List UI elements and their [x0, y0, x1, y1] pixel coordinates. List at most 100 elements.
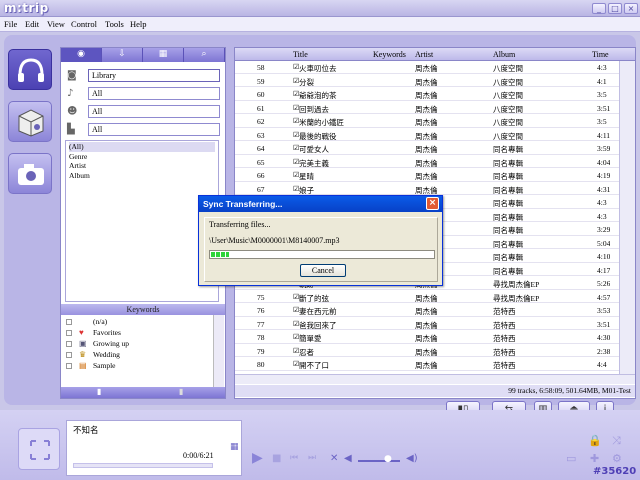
track-time: 0:00/6:21	[183, 451, 214, 460]
table-row[interactable]: ☑ 64 可愛女人 周杰倫 同名專輯 3:59	[235, 143, 619, 155]
table-row[interactable]: ☑ 61 回到過去 周杰倫 八度空間 3:51	[235, 103, 619, 115]
track-artist: 周杰倫	[415, 158, 438, 168]
table-row[interactable]: ☑ 63 最後的戰役 周杰倫 八度空間 4:11	[235, 130, 619, 142]
seek-bar[interactable]	[73, 463, 213, 468]
mute-icon[interactable]: ✕	[330, 453, 338, 464]
tools-icon[interactable]: ✚	[590, 452, 599, 465]
previous-icon[interactable]: ⏮	[290, 453, 298, 463]
play-icon[interactable]: ▶	[252, 450, 263, 466]
gear-icon[interactable]: ⚙	[612, 452, 622, 465]
horizontal-scrollbar[interactable]	[235, 374, 635, 384]
photo-mode-button[interactable]	[8, 153, 52, 194]
menu-file[interactable]: File	[4, 19, 17, 29]
artist-select[interactable]: All	[88, 105, 220, 118]
track-number: 66	[257, 171, 265, 180]
next-icon[interactable]: ⏭	[308, 453, 316, 463]
picture-icon: ▤	[79, 361, 87, 370]
track-number: 65	[257, 157, 265, 167]
music-mode-button[interactable]	[8, 49, 52, 90]
keyword-item[interactable]: ♥ Favorites	[66, 328, 216, 339]
volume-up-icon[interactable]: ◀)	[406, 453, 418, 464]
volume-slider[interactable]	[358, 460, 400, 462]
table-row[interactable]: ☑ 67 娘子 周杰倫 同名專輯 4:31	[235, 184, 619, 196]
track-time: 4:30	[597, 333, 611, 342]
keyword-item[interactable]: ♛ Wedding	[66, 350, 216, 361]
table-row[interactable]: ☑ 78 簡單愛 周杰倫 范特西 4:30	[235, 332, 619, 344]
category-item[interactable]: Album	[69, 171, 215, 181]
table-row[interactable]: ☑ 66 星晴 周杰倫 同名專輯 4:19	[235, 170, 619, 182]
keyword-checkbox[interactable]	[66, 319, 72, 325]
volume-knob-icon[interactable]: ●	[384, 454, 392, 464]
table-row[interactable]: ☑ 65 完美主義 周杰倫 同名專輯 4:04	[235, 157, 619, 169]
source-select[interactable]: Library	[88, 69, 220, 82]
track-number: 76	[257, 306, 265, 315]
keyword-checkbox[interactable]	[66, 330, 72, 336]
delete-keyword-icon[interactable]: ▮	[179, 387, 183, 396]
add-keyword-icon[interactable]: ▮	[97, 387, 101, 396]
table-row[interactable]: ☑ 79 忍者 周杰倫 范特西 2:38	[235, 346, 619, 358]
keyword-item[interactable]: (n/a)	[66, 317, 216, 328]
column-album[interactable]: Album	[493, 50, 515, 59]
table-row[interactable]: ☑ 59 分裂 周杰倫 八度空間 4:1	[235, 76, 619, 88]
keyword-checkbox[interactable]	[66, 352, 72, 358]
column-time[interactable]: Time	[592, 50, 609, 59]
data-mode-button[interactable]	[8, 101, 52, 142]
table-row[interactable]: ☑ 77 爸我回來了 周杰倫 范特西 3:51	[235, 319, 619, 331]
tab-music[interactable]: ◉	[61, 48, 102, 62]
track-title: 最後的戰役	[299, 131, 337, 141]
shuffle-icon[interactable]: ⤨	[612, 434, 621, 448]
menu-edit[interactable]: Edit	[25, 19, 39, 29]
menu-view[interactable]: View	[47, 19, 65, 29]
transfer-progress	[209, 250, 435, 259]
keyword-item[interactable]: ▤ Sample	[66, 361, 216, 372]
track-time: 4:11	[597, 130, 611, 140]
table-row[interactable]: ☑ 76 妻在西元前 周杰倫 范特西 3:53	[235, 305, 619, 317]
table-row[interactable]: ☑ 62 米蘭的小鐵匠 周杰倫 八度空間 3:5	[235, 116, 619, 128]
track-artist: 周杰倫	[415, 145, 438, 154]
maximize-button[interactable]: □	[608, 3, 622, 14]
repeat-icon[interactable]: ▦	[230, 442, 239, 452]
keyword-checkbox[interactable]	[66, 341, 72, 347]
monitor-icon[interactable]: ▭	[566, 452, 576, 465]
tab-download[interactable]: ⇩	[102, 48, 143, 62]
stop-icon[interactable]: ■	[272, 453, 281, 464]
menu-help[interactable]: Help	[130, 19, 147, 29]
minimize-button[interactable]: _	[592, 3, 606, 14]
menu-tools[interactable]: Tools	[105, 19, 124, 29]
volume-icon[interactable]: ◀	[344, 453, 352, 464]
keyword-item[interactable]: ▣ Growing up	[66, 339, 216, 350]
lock-icon[interactable]: 🔒	[588, 434, 602, 447]
track-artist: 周杰倫	[415, 347, 438, 357]
track-album: 八度空間	[493, 77, 523, 87]
track-time: 3:51	[597, 103, 611, 113]
genre-select[interactable]: All	[88, 87, 220, 100]
table-row[interactable]: ☑ 60 爺爺泡的茶 周杰倫 八度空間 3:5	[235, 89, 619, 101]
table-row[interactable]: ☑ 80 開不了口 周杰倫 范特西 4:4	[235, 359, 619, 371]
column-title[interactable]: Title	[293, 50, 308, 59]
column-artist[interactable]: Artist	[415, 50, 433, 59]
track-number: 75	[257, 292, 265, 302]
close-button[interactable]: ×	[624, 3, 638, 14]
column-keywords[interactable]: Keywords	[373, 50, 406, 59]
dialog-close-button[interactable]: ×	[426, 197, 439, 210]
album-select[interactable]: All	[88, 123, 220, 136]
tab-grid[interactable]: ▦	[143, 48, 184, 62]
track-number: 63	[257, 130, 265, 140]
vertical-scrollbar[interactable]	[619, 61, 635, 374]
track-album: 八度空間	[493, 131, 523, 141]
keywords-scrollbar[interactable]	[213, 315, 224, 387]
category-item[interactable]: Genre	[69, 152, 215, 162]
track-time: 3:59	[597, 144, 611, 153]
app-logo: m:trip	[4, 1, 49, 15]
category-item[interactable]: (All)	[69, 142, 215, 152]
cancel-button[interactable]: Cancel	[300, 264, 346, 277]
category-item[interactable]: Artist	[69, 161, 215, 171]
tab-search[interactable]: ⌕	[184, 48, 225, 62]
track-time: 4:3	[597, 211, 607, 221]
track-artist: 周杰倫	[415, 185, 438, 195]
keyword-checkbox[interactable]	[66, 363, 72, 369]
menu-control[interactable]: Control	[71, 19, 97, 29]
table-row[interactable]: ☑ 58 火車叨位去 周杰倫 八度空間 4:3	[235, 62, 619, 74]
guitar-icon: ♪	[67, 88, 74, 99]
table-row[interactable]: ☑ 75 斷了的弦 周杰倫 尋找周杰倫EP 4:57	[235, 292, 619, 304]
